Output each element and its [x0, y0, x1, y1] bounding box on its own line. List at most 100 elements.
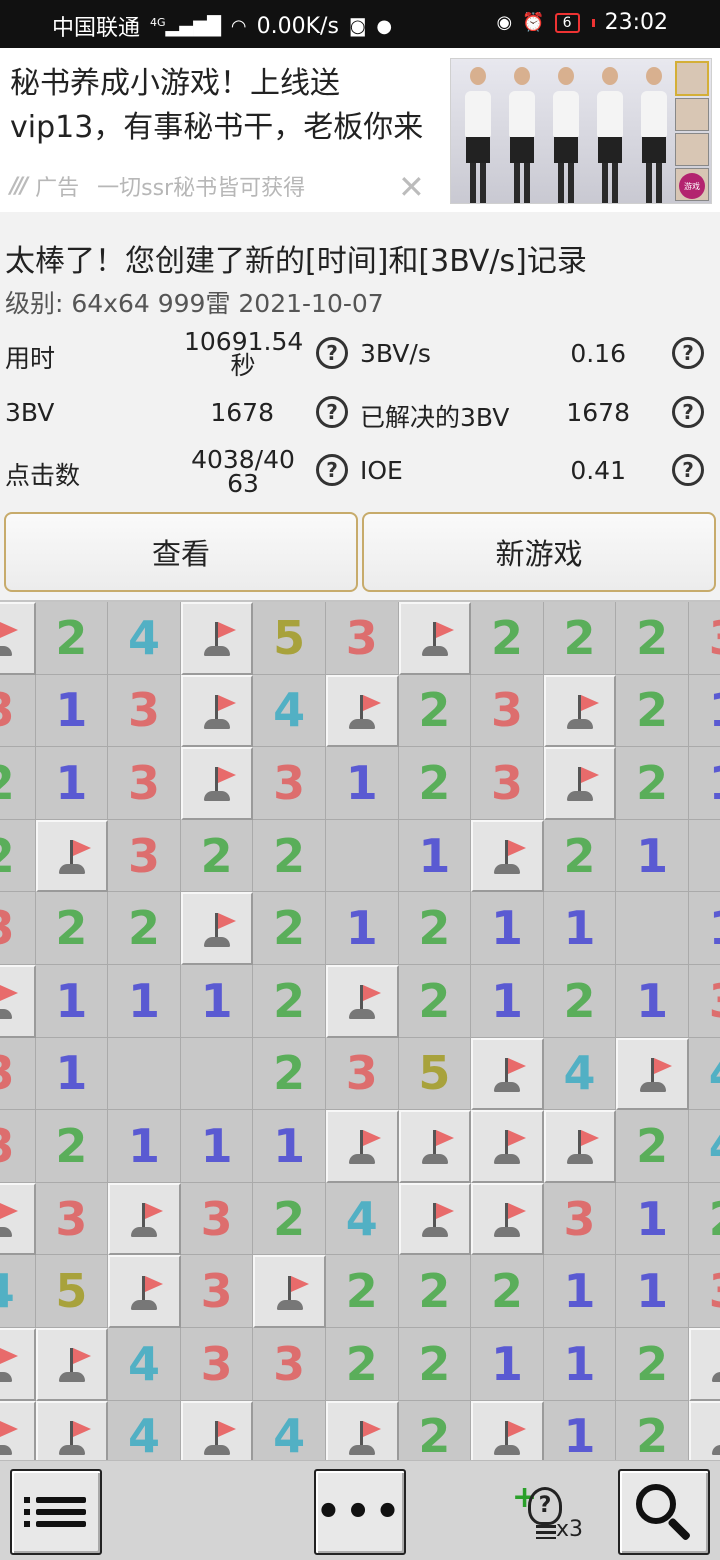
number-cell[interactable]: 2: [253, 892, 326, 965]
number-cell[interactable]: 2: [616, 674, 689, 748]
number-cell[interactable]: 3: [688, 602, 720, 675]
flagged-cell[interactable]: [180, 892, 254, 965]
flagged-cell[interactable]: [688, 1400, 720, 1460]
menu-button[interactable]: [10, 1469, 102, 1555]
number-cell[interactable]: 1: [35, 747, 109, 820]
number-cell[interactable]: 2: [180, 819, 254, 893]
ad-close-icon[interactable]: ✕: [398, 168, 425, 206]
number-cell[interactable]: 2: [616, 1327, 689, 1401]
flagged-cell[interactable]: [108, 1255, 181, 1328]
number-cell[interactable]: 3: [0, 674, 36, 748]
number-cell[interactable]: 3: [688, 1255, 720, 1328]
number-cell[interactable]: 5: [398, 1037, 472, 1111]
flagged-cell[interactable]: [543, 747, 617, 820]
number-cell[interactable]: 3: [108, 674, 181, 748]
zoom-button[interactable]: [618, 1469, 710, 1555]
number-cell[interactable]: 1: [253, 1110, 326, 1183]
number-cell[interactable]: 3: [325, 1037, 399, 1111]
flagged-cell[interactable]: [0, 602, 36, 675]
number-cell[interactable]: 4: [253, 1400, 326, 1460]
number-cell[interactable]: 4: [108, 1327, 181, 1401]
number-cell[interactable]: 3: [108, 819, 181, 893]
number-cell[interactable]: 3: [253, 1327, 326, 1401]
number-cell[interactable]: 3: [108, 747, 181, 820]
help-icon[interactable]: ?: [316, 454, 348, 486]
number-cell[interactable]: 1: [543, 1255, 617, 1328]
number-cell[interactable]: 1: [35, 964, 109, 1038]
empty-cell[interactable]: [180, 1037, 254, 1111]
number-cell[interactable]: 3: [253, 747, 326, 820]
number-cell[interactable]: 1: [35, 1037, 109, 1111]
ad-banner[interactable]: 秘书养成小游戏！上线送vip13，有事秘书干，老板你来 /// 广告 一切ssr…: [0, 48, 720, 212]
number-cell[interactable]: 2: [398, 892, 472, 965]
number-cell[interactable]: 2: [325, 1327, 399, 1401]
number-cell[interactable]: 2: [253, 964, 326, 1038]
flagged-cell[interactable]: [398, 1110, 472, 1183]
number-cell[interactable]: 4: [688, 1037, 720, 1111]
number-cell[interactable]: 1: [543, 892, 617, 965]
number-cell[interactable]: 1: [688, 674, 720, 748]
number-cell[interactable]: 1: [398, 819, 472, 893]
number-cell[interactable]: 2: [543, 602, 617, 675]
number-cell[interactable]: 5: [35, 1255, 109, 1328]
number-cell[interactable]: 4: [108, 1400, 181, 1460]
flagged-cell[interactable]: [0, 1327, 36, 1401]
number-cell[interactable]: 1: [108, 964, 181, 1038]
flagged-cell[interactable]: [543, 1110, 617, 1183]
number-cell[interactable]: 1: [471, 1327, 544, 1401]
number-cell[interactable]: 2: [616, 1110, 689, 1183]
flagged-cell[interactable]: [253, 1255, 326, 1328]
flagged-cell[interactable]: [0, 1400, 36, 1460]
view-button[interactable]: 查看: [4, 512, 358, 592]
flagged-cell[interactable]: [35, 819, 109, 893]
number-cell[interactable]: 1: [616, 819, 689, 893]
number-cell[interactable]: 2: [616, 602, 689, 675]
flagged-cell[interactable]: [0, 964, 36, 1038]
number-cell[interactable]: 3: [0, 1037, 36, 1111]
flagged-cell[interactable]: [398, 1182, 472, 1256]
help-icon[interactable]: ?: [316, 396, 348, 428]
number-cell[interactable]: 1: [543, 1327, 617, 1401]
number-cell[interactable]: 5: [253, 602, 326, 675]
help-icon[interactable]: ?: [672, 337, 704, 369]
number-cell[interactable]: 4: [543, 1037, 617, 1111]
empty-cell[interactable]: [108, 1037, 181, 1111]
number-cell[interactable]: 3: [543, 1182, 617, 1256]
number-cell[interactable]: 2: [253, 1037, 326, 1111]
more-button[interactable]: •••: [314, 1469, 406, 1555]
number-cell[interactable]: 2: [543, 964, 617, 1038]
number-cell[interactable]: 2: [0, 819, 36, 893]
number-cell[interactable]: 4: [688, 1110, 720, 1183]
flagged-cell[interactable]: [543, 674, 617, 748]
number-cell[interactable]: 2: [398, 1255, 472, 1328]
hint-button[interactable]: + ? x3: [510, 1483, 590, 1547]
number-cell[interactable]: 2: [0, 747, 36, 820]
flagged-cell[interactable]: [180, 674, 254, 748]
flagged-cell[interactable]: [35, 1327, 109, 1401]
number-cell[interactable]: 2: [471, 1255, 544, 1328]
number-cell[interactable]: 1: [108, 1110, 181, 1183]
flagged-cell[interactable]: [398, 602, 472, 675]
number-cell[interactable]: 4: [325, 1182, 399, 1256]
flagged-cell[interactable]: [325, 1400, 399, 1460]
flagged-cell[interactable]: [688, 1327, 720, 1401]
flagged-cell[interactable]: [471, 819, 544, 893]
flagged-cell[interactable]: [180, 602, 254, 675]
number-cell[interactable]: 3: [180, 1327, 254, 1401]
empty-cell[interactable]: [325, 819, 399, 893]
number-cell[interactable]: 1: [688, 892, 720, 965]
new-game-button[interactable]: 新游戏: [362, 512, 716, 592]
minesweeper-board[interactable]: 2453222331342321213312321232212132221211…: [0, 600, 720, 1460]
flagged-cell[interactable]: [616, 1037, 689, 1111]
number-cell[interactable]: 1: [35, 674, 109, 748]
number-cell[interactable]: 2: [616, 747, 689, 820]
number-cell[interactable]: 3: [180, 1182, 254, 1256]
number-cell[interactable]: 1: [471, 892, 544, 965]
flagged-cell[interactable]: [325, 964, 399, 1038]
ad-image[interactable]: 游戏: [450, 58, 712, 204]
number-cell[interactable]: 2: [688, 1182, 720, 1256]
number-cell[interactable]: 2: [108, 892, 181, 965]
number-cell[interactable]: 2: [35, 602, 109, 675]
number-cell[interactable]: 2: [398, 964, 472, 1038]
number-cell[interactable]: 3: [688, 964, 720, 1038]
